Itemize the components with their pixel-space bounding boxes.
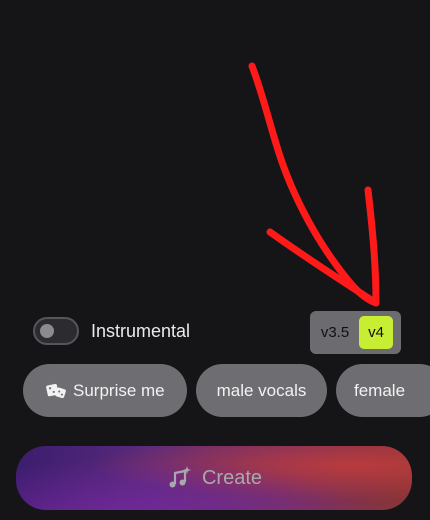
dice-icon <box>46 383 66 398</box>
instrumental-row: Instrumental <box>33 317 190 345</box>
instrumental-toggle[interactable] <box>33 317 79 345</box>
suggestion-chips: Surprise me male vocals female <box>23 364 430 418</box>
surprise-me-label: Surprise me <box>73 380 165 400</box>
surprise-me-chip[interactable]: Surprise me <box>23 364 187 417</box>
toggle-knob <box>40 324 54 338</box>
model-version-switch: v3.5 v4 <box>310 311 401 354</box>
create-button[interactable]: Create <box>16 446 412 510</box>
male-vocals-chip[interactable]: male vocals <box>196 364 327 417</box>
version-option-v4[interactable]: v4 <box>359 316 393 349</box>
version-option-v3-5[interactable]: v3.5 <box>315 316 355 349</box>
annotation-arrow <box>248 62 380 307</box>
create-label: Create <box>201 466 263 489</box>
instrumental-label: Instrumental <box>91 320 191 341</box>
female-chip[interactable]: female <box>336 364 430 417</box>
music-sparkle-icon <box>169 466 191 488</box>
female-label: female <box>354 380 406 400</box>
create-panel: Instrumental v3.5 v4 Surprise me male vo… <box>0 0 430 520</box>
male-vocals-label: male vocals <box>216 380 307 400</box>
